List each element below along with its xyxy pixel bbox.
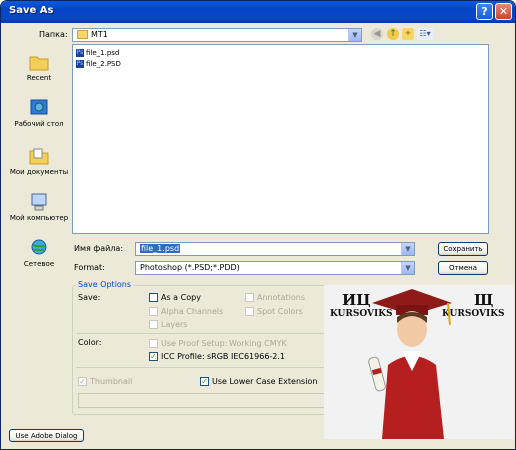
window-title: Save As <box>9 5 54 16</box>
place-label: Рабочий стол <box>14 120 64 128</box>
computer-icon <box>31 193 47 211</box>
chevron-down-icon: ▼ <box>401 243 414 255</box>
save-label: Save: <box>78 293 101 302</box>
separator <box>76 333 324 334</box>
list-item[interactable]: Ps file_2.PSD <box>76 59 121 69</box>
help-button[interactable]: ? <box>476 3 493 20</box>
place-desktop[interactable]: Рабочий стол <box>9 99 69 128</box>
place-documents[interactable]: Мои документы <box>9 147 69 176</box>
filename-label: Имя файла: <box>74 244 124 253</box>
format-value: Photoshop (*.PSD;*.PDD) <box>140 263 240 272</box>
use-proof-setup-checkbox[interactable] <box>149 339 158 348</box>
as-a-copy-label: As a Copy <box>161 293 201 302</box>
folder-label: Папка: <box>39 30 68 39</box>
format-label: Format: <box>74 263 105 272</box>
new-folder-icon[interactable]: ✦ <box>402 28 414 40</box>
use-adobe-dialog-button[interactable]: Use Adobe Dialog <box>9 429 84 442</box>
lower-case-extension-checkbox[interactable]: ✓ <box>200 377 209 386</box>
psd-file-icon: Ps <box>76 60 84 68</box>
chevron-down-icon: ▼ <box>348 29 361 41</box>
recent-folder-icon <box>29 56 49 71</box>
title-bar[interactable]: Save As ? ✕ <box>1 1 515 23</box>
layers-label: Layers <box>161 320 188 329</box>
thumbnail-checkbox[interactable]: ✓ <box>78 377 87 386</box>
place-label: Recent <box>26 74 52 82</box>
annotations-label: Annotations <box>257 293 306 302</box>
icc-profile-checkbox[interactable]: ✓ <box>149 352 158 361</box>
working-cmyk-label: Working CMYK <box>229 339 287 348</box>
as-a-copy-checkbox[interactable] <box>149 293 158 302</box>
file-name: file_1.psd <box>86 49 120 57</box>
graduate-illustration <box>368 289 452 439</box>
folder-dropdown[interactable]: MT1 ▼ <box>72 28 362 42</box>
list-item[interactable]: Ps file_1.psd <box>76 48 119 58</box>
chevron-down-icon: ▼ <box>401 262 414 274</box>
folder-icon <box>77 30 88 39</box>
back-icon[interactable]: ◀ <box>371 28 383 40</box>
annotations-checkbox[interactable] <box>245 293 254 302</box>
close-button[interactable]: ✕ <box>495 3 512 20</box>
spot-colors-checkbox[interactable] <box>245 307 254 316</box>
icc-profile-label: ICC Profile: <box>161 352 205 361</box>
color-label: Color: <box>78 338 102 347</box>
place-my-computer[interactable]: Мой компьютер <box>9 193 69 222</box>
save-options-title: Save Options <box>76 280 134 289</box>
watermark-overlay: ИЦ KURSOVIKS Щ KURSOVIKS <box>324 285 514 439</box>
place-recent[interactable]: Recent <box>9 53 69 82</box>
file-name: file_2.PSD <box>86 60 121 68</box>
layers-checkbox[interactable] <box>149 320 158 329</box>
thumbnail-label: Thumbnail <box>90 377 133 386</box>
save-button[interactable]: Сохранить <box>438 242 488 256</box>
file-list[interactable]: Ps file_1.psd Ps file_2.PSD <box>72 44 489 234</box>
place-label: Сетевое <box>23 260 55 268</box>
places-bar: Recent Рабочий стол Мои документы Мой ко… <box>9 45 69 275</box>
separator <box>76 367 324 368</box>
filename-input[interactable]: file_1.psd ▼ <box>135 242 415 256</box>
psd-file-icon: Ps <box>76 49 84 57</box>
watermark-logo-right: Щ <box>474 291 494 309</box>
folder-value: MT1 <box>91 30 108 39</box>
documents-folder-icon <box>29 148 49 165</box>
use-proof-setup-label: Use Proof Setup: <box>161 339 228 348</box>
cancel-button[interactable]: Отмена <box>438 261 488 275</box>
place-network[interactable]: Сетевое <box>9 239 69 268</box>
desktop-icon <box>30 99 48 115</box>
view-menu-icon[interactable]: ☷▾ <box>417 28 433 40</box>
icc-profile-value: sRGB IEC61966-2.1 <box>207 352 286 361</box>
place-label: Мои документы <box>9 168 69 176</box>
alpha-channels-checkbox[interactable] <box>149 307 158 316</box>
spot-colors-label: Spot Colors <box>257 307 303 316</box>
up-folder-icon[interactable]: ↑ <box>387 28 399 40</box>
save-as-dialog: Save As ? ✕ Папка: MT1 ▼ ◀ ↑ ✦ ☷▾ Recent… <box>0 0 516 450</box>
format-dropdown[interactable]: Photoshop (*.PSD;*.PDD) ▼ <box>135 261 415 275</box>
lower-case-extension-label: Use Lower Case Extension <box>212 377 318 386</box>
network-globe-icon <box>31 239 47 255</box>
filename-value: file_1.psd <box>140 244 181 253</box>
alpha-channels-label: Alpha Channels <box>161 307 224 316</box>
place-label: Мой компьютер <box>9 214 69 222</box>
